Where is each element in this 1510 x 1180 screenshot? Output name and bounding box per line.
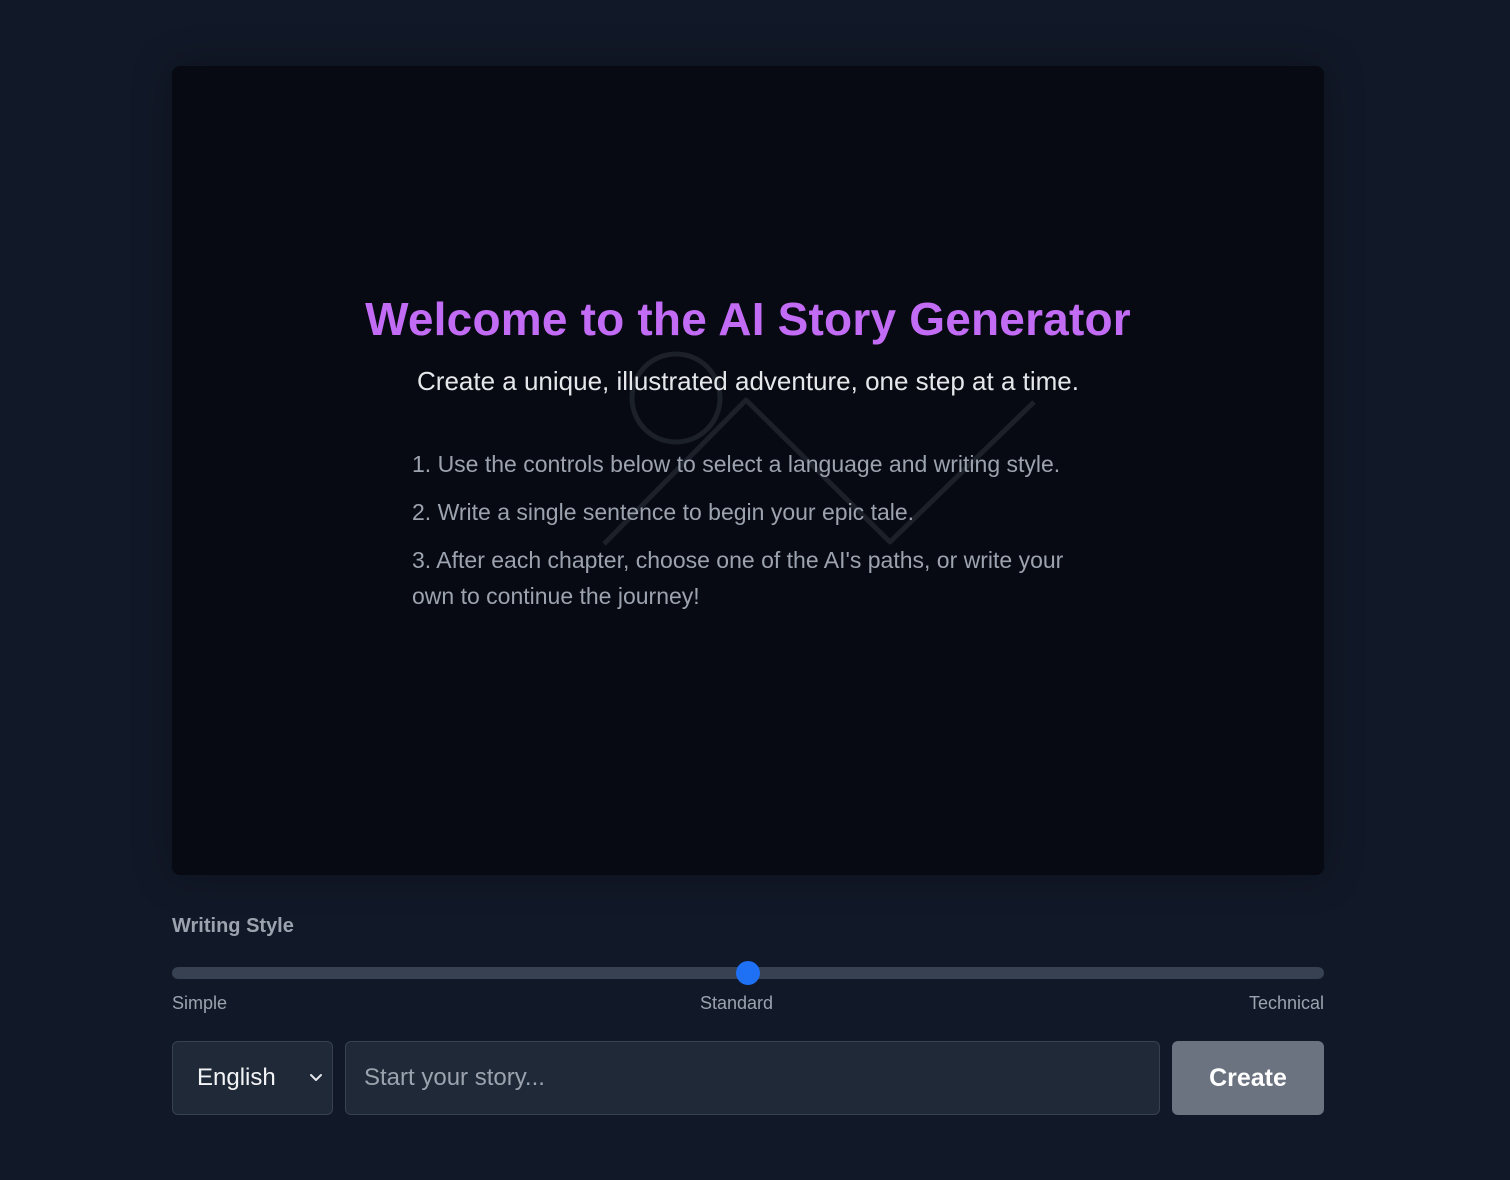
instruction-step: 2. Write a single sentence to begin your… (412, 499, 915, 525)
slider-label-simple: Simple (172, 993, 228, 1013)
welcome-subtitle: Create a unique, illustrated adventure, … (417, 366, 1079, 396)
slider-labels: Simple Standard Technical (172, 993, 1324, 1015)
story-app: Welcome to the AI Story Generator Create… (172, 66, 1324, 1115)
instruction-steps: 1. Use the controls below to select a la… (412, 446, 1092, 626)
language-select-value: English (197, 1064, 276, 1091)
create-button[interactable]: Create (1172, 1041, 1324, 1115)
welcome-section: Welcome to the AI Story Generator Create… (172, 292, 1324, 398)
input-row: English Start your story... Create (172, 1041, 1324, 1115)
writing-style-label: Writing Style (172, 915, 294, 937)
story-input[interactable]: Start your story... (345, 1041, 1160, 1115)
welcome-title: Welcome to the AI Story Generator (365, 293, 1131, 345)
slider-label-technical: Technical (1248, 993, 1324, 1013)
chevron-down-icon (310, 1074, 322, 1081)
slider-label-standard: Standard (700, 993, 774, 1013)
slider-thumb[interactable] (736, 961, 760, 985)
instruction-step: 1. Use the controls below to select a la… (412, 451, 1061, 477)
story-panel: Welcome to the AI Story Generator Create… (172, 66, 1324, 875)
language-select[interactable]: English (172, 1041, 333, 1115)
story-input-placeholder: Start your story... (364, 1064, 545, 1091)
writing-style-slider[interactable] (172, 961, 1324, 985)
instruction-step: 3. After each chapter, choose one of the… (412, 547, 1064, 609)
